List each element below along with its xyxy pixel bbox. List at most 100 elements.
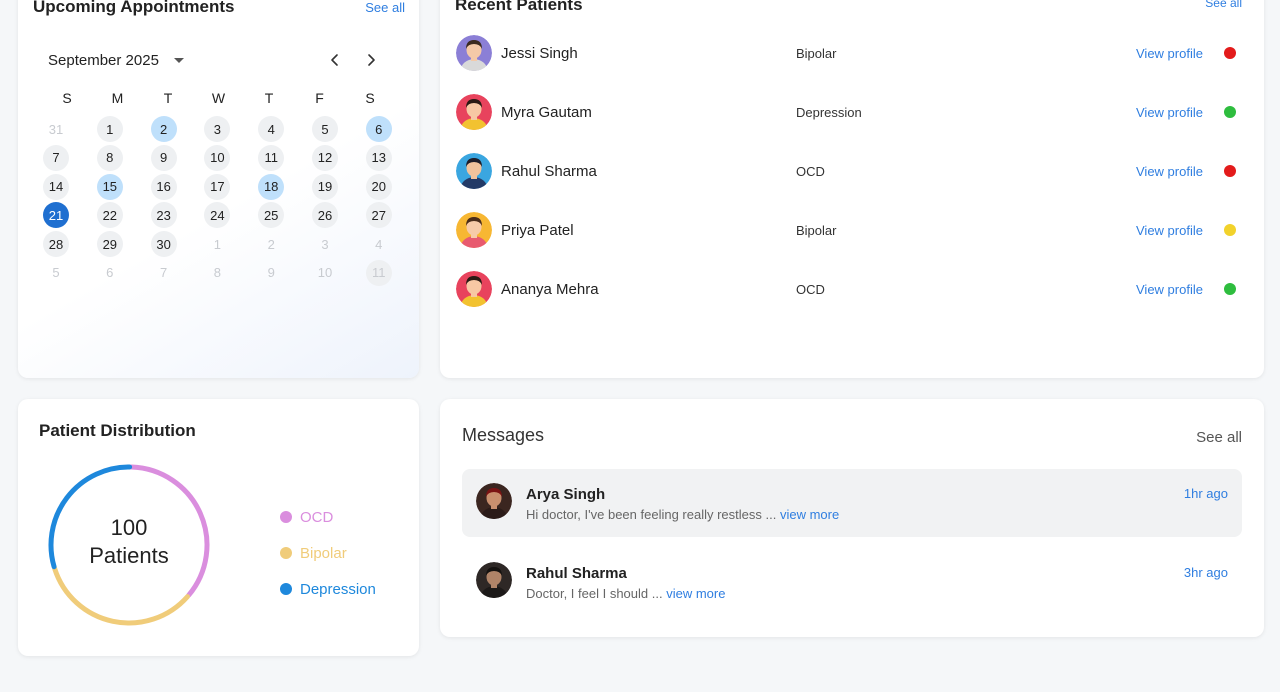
patient-row: Rahul Sharma OCD View profile [456,151,1246,191]
avatar [456,35,492,71]
calendar-day[interactable]: 10 [312,260,338,286]
calendar-day[interactable]: 3 [312,231,338,257]
patient-row: Jessi Singh Bipolar View profile [456,33,1246,73]
calendar-day[interactable]: 20 [365,173,392,200]
person-avatar-icon [476,483,512,519]
patient-condition: OCD [796,281,825,297]
calendar-day[interactable]: 22 [96,202,123,229]
patient-name: Jessi Singh [501,44,578,62]
calendar-day[interactable]: 6 [97,260,123,286]
view-profile-link[interactable]: View profile [1136,105,1224,120]
calendar-day[interactable]: 4 [366,231,392,257]
legend-label: Bipolar [300,544,347,562]
calendar-grid: 31 1 2 3 4 5 6 7 8 9 10 11 12 13 14 15 16 17 18 19 20 21 22 23 2… [43,116,413,289]
calendar-day[interactable]: 30 [150,231,177,258]
person-avatar-icon [456,153,492,189]
recent-patients-card: Recent Patients See all Jessi Singh Bipol… [440,0,1264,378]
calendar-day[interactable]: 15 [96,173,123,200]
messages-title: Messages [462,425,545,445]
calendar-day[interactable]: 9 [150,144,177,171]
calendar-day[interactable]: 16 [150,173,177,200]
patient-name: Myra Gautam [501,103,592,121]
calendar-day[interactable]: 1 [96,116,123,142]
distribution-donut-chart: 100 Patients [48,464,210,626]
patient-name: Priya Patel [501,221,574,239]
calendar-day-today[interactable]: 21 [43,202,69,229]
appointments-title: Upcoming Appointments [33,0,235,16]
calendar-day[interactable]: 25 [258,202,285,229]
chevron-left-icon[interactable] [326,51,344,69]
legend-item: OCD [280,499,376,535]
message-time: 3hr ago [1183,565,1228,580]
calendar-day[interactable]: 6 [365,116,392,142]
patient-name: Rahul Sharma [501,162,597,180]
view-profile-link[interactable]: View profile [1136,223,1224,238]
donut-segment-bipolar [52,566,190,626]
weekday-label: T [264,90,274,106]
calendar-day[interactable]: 9 [258,260,284,286]
calendar-day[interactable]: 17 [204,173,231,200]
message-item[interactable]: Rahul Sharma Doctor, I feel I should ... … [462,548,1242,616]
status-dot-icon [1224,283,1236,295]
calendar-day[interactable]: 31 [43,116,69,142]
view-profile-link[interactable]: View profile [1136,46,1224,61]
calendar-day[interactable]: 28 [43,231,69,258]
appointments-card: Upcoming Appointments See all September … [18,0,419,378]
calendar-day[interactable]: 24 [204,202,231,229]
message-time: 1hr ago [1183,486,1228,501]
patient-condition: OCD [796,163,825,179]
calendar-day[interactable]: 4 [258,116,285,142]
view-more-link[interactable]: view more [780,507,839,522]
calendar-day[interactable]: 29 [96,231,123,258]
calendar-day[interactable]: 26 [311,202,338,229]
calendar-day[interactable]: 2 [150,116,177,142]
month-dropdown[interactable]: September 2025 [48,52,159,69]
message-item[interactable]: Arya Singh Hi doctor, I've been feeling r… [462,469,1242,537]
calendar-day[interactable]: 12 [311,144,338,171]
calendar-day[interactable]: 8 [204,260,230,286]
calendar-day[interactable]: 7 [43,144,69,171]
patient-condition: Depression [796,104,862,120]
weekday-header: SMTWTFS [53,90,395,106]
calendar-day[interactable]: 10 [204,144,231,171]
calendar-day[interactable]: 23 [150,202,177,229]
view-profile-link[interactable]: View profile [1136,282,1224,297]
weekday-label: F [315,90,324,106]
status-dot-icon [1224,224,1236,236]
distribution-legend: OCD Bipolar Depression [280,499,376,607]
avatar [456,212,492,248]
calendar-day[interactable]: 5 [43,260,69,286]
calendar-day[interactable]: 14 [43,173,69,200]
chevron-right-icon[interactable] [362,51,380,69]
calendar-day[interactable]: 8 [96,144,123,171]
calendar-day[interactable]: 19 [311,173,338,200]
messages-see-all-link[interactable]: See all [1196,429,1242,446]
person-avatar-icon [456,35,492,71]
month-selector: September 2025 [48,50,388,70]
status-dot-icon [1224,106,1236,118]
patient-name: Ananya Mehra [501,280,599,298]
calendar-day[interactable]: 3 [204,116,231,142]
calendar-day[interactable]: 2 [258,231,284,257]
view-more-link[interactable]: view more [666,586,725,601]
calendar-day[interactable]: 27 [365,202,392,229]
calendar-day[interactable]: 18 [258,173,285,200]
donut-center-label: Patients [89,543,169,568]
donut-center-value: 100 [111,515,148,540]
avatar [456,94,492,130]
view-profile-link[interactable]: View profile [1136,164,1224,179]
status-dot-icon [1224,47,1236,59]
patients-see-all-link[interactable]: See all [1205,0,1242,10]
legend-dot-icon [280,511,292,523]
chevron-down-icon[interactable] [173,57,184,63]
weekday-label: S [365,90,375,106]
calendar-day[interactable]: 11 [365,259,392,286]
calendar-day[interactable]: 1 [204,231,230,257]
weekday-label: T [163,90,173,106]
calendar-day[interactable]: 7 [151,260,177,286]
calendar-day[interactable]: 5 [311,116,338,142]
calendar-day[interactable]: 11 [258,144,285,171]
calendar-day[interactable]: 13 [365,144,392,171]
appointments-see-all-link[interactable]: See all [365,0,405,15]
weekday-label: W [211,90,226,106]
